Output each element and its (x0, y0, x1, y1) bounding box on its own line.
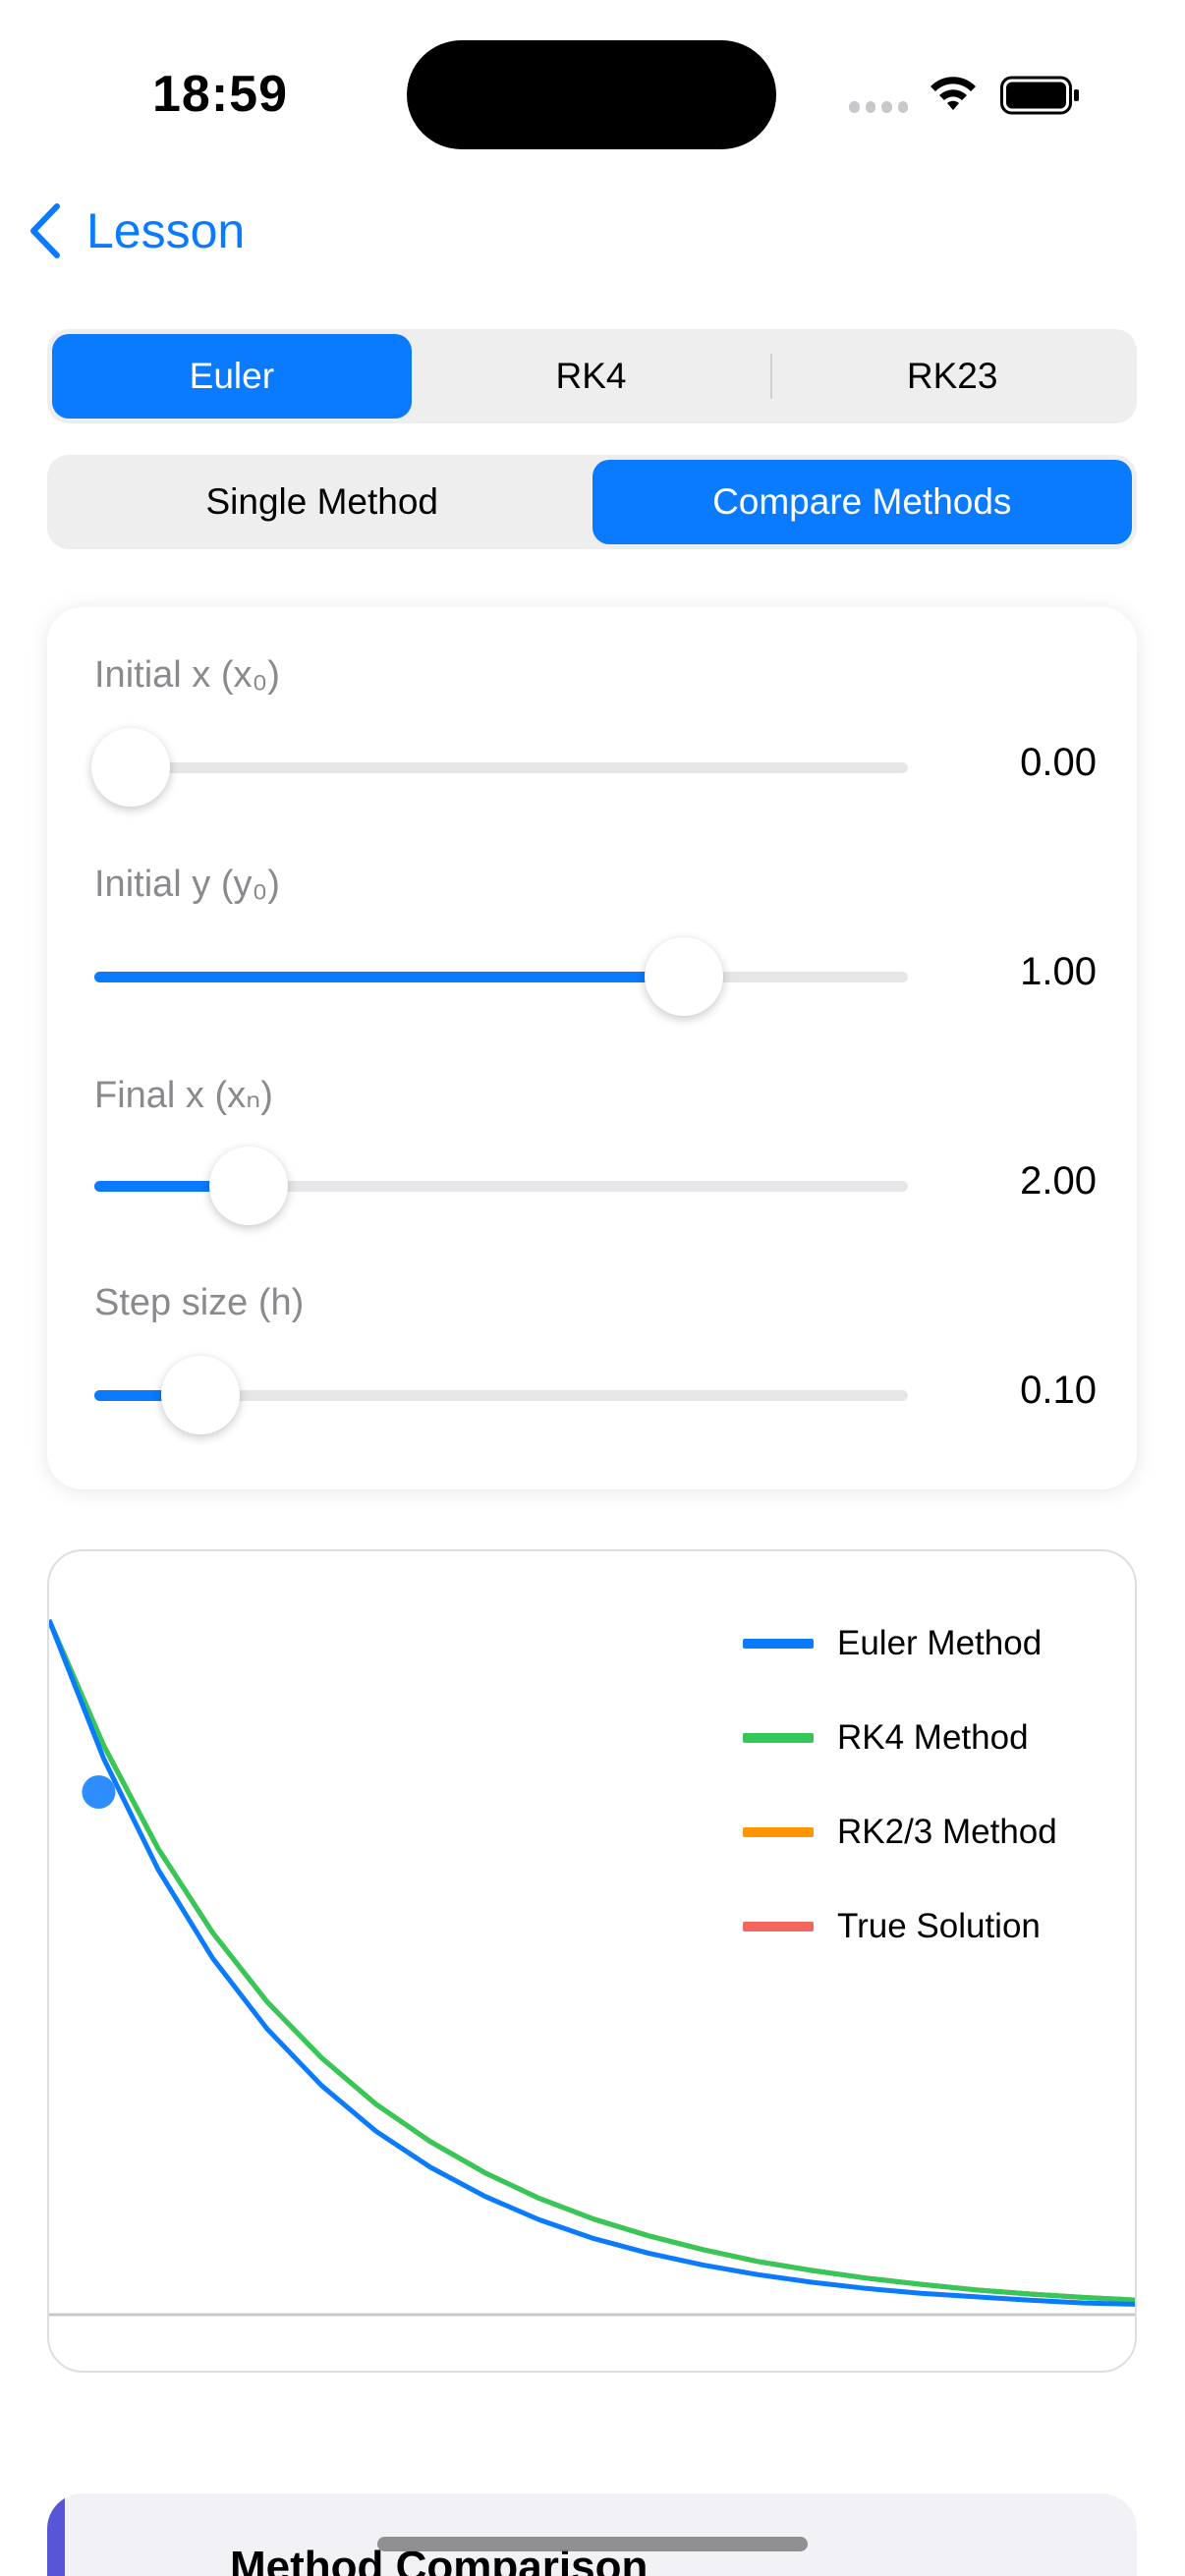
param-final-x: Final x (xₙ) 2.00 (94, 1073, 1097, 1225)
tab-compare-methods[interactable]: Compare Methods (592, 460, 1132, 544)
solution-chart: Euler Method RK4 Method RK2/3 Method True S… (47, 1549, 1137, 2373)
param-label: Step size (h) (94, 1282, 305, 1323)
param-label: Initial x (x₀) (94, 654, 280, 696)
tab-rk23[interactable]: RK23 (772, 334, 1132, 419)
tab-rk4[interactable]: RK4 (412, 334, 771, 419)
card-accent-bar (47, 2493, 65, 2576)
param-initial-x: Initial x (x₀) 0.00 (91, 654, 1097, 807)
param-label: Final x (xₙ) (94, 1075, 273, 1116)
legend-item: RK2/3 Method (743, 1809, 1057, 1856)
status-time: 18:59 (152, 66, 288, 123)
slider-track[interactable] (91, 728, 908, 807)
param-step-size: Step size (h) 0.10 (94, 1282, 1097, 1434)
param-value: 2.00 (1020, 1159, 1097, 1203)
legend-label: True Solution (837, 1907, 1041, 1945)
chart-legend: Euler Method RK4 Method RK2/3 Method True S… (743, 1620, 1057, 1997)
legend-item: Euler Method (743, 1620, 1057, 1667)
legend-label: RK4 Method (837, 1718, 1029, 1757)
dynamic-island (407, 40, 776, 149)
legend-swatch (743, 1639, 814, 1649)
home-indicator[interactable] (377, 2537, 808, 2551)
slider-thumb[interactable] (645, 937, 724, 1016)
parameters-card: Initial x (x₀) 0.00 Initial y (y₀) 1.00 … (47, 607, 1137, 1489)
slider-thumb[interactable] (91, 728, 171, 807)
slider-thumb[interactable] (160, 1356, 240, 1434)
data-point-marker[interactable] (82, 1775, 116, 1809)
chevron-left-icon (30, 203, 60, 258)
slider-track[interactable] (94, 1147, 908, 1225)
param-value: 0.00 (1020, 741, 1097, 784)
slider-track[interactable] (94, 937, 908, 1016)
back-button[interactable]: Lesson (24, 195, 245, 267)
legend-label: Euler Method (837, 1624, 1043, 1662)
param-initial-y: Initial y (y₀) 1.00 (94, 864, 1097, 1016)
legend-item: RK4 Method (743, 1714, 1057, 1762)
tab-euler[interactable]: Euler (52, 334, 412, 419)
legend-swatch (743, 1733, 814, 1743)
status-bar: 18:59 (0, 0, 1185, 187)
legend-swatch (743, 1827, 814, 1837)
cellular-signal-icon (849, 101, 908, 115)
slider-track[interactable] (94, 1356, 908, 1434)
param-label: Initial y (y₀) (94, 864, 280, 905)
wifi-icon (931, 77, 976, 110)
param-value: 0.10 (1020, 1369, 1097, 1412)
param-value: 1.00 (1020, 950, 1097, 993)
mode-segmented-control: Single Method Compare Methods (47, 455, 1137, 549)
method-comparison-card: Method Comparison (47, 2493, 1137, 2576)
back-label: Lesson (86, 203, 246, 258)
legend-swatch (743, 1922, 814, 1932)
tab-single-method[interactable]: Single Method (52, 460, 592, 544)
legend-label: RK2/3 Method (837, 1813, 1057, 1851)
battery-icon (1000, 76, 1079, 115)
method-segmented-control: Euler RK4 RK23 (47, 329, 1137, 423)
legend-item: True Solution (743, 1903, 1057, 1950)
slider-fill (94, 972, 685, 982)
slider-thumb[interactable] (209, 1147, 289, 1225)
